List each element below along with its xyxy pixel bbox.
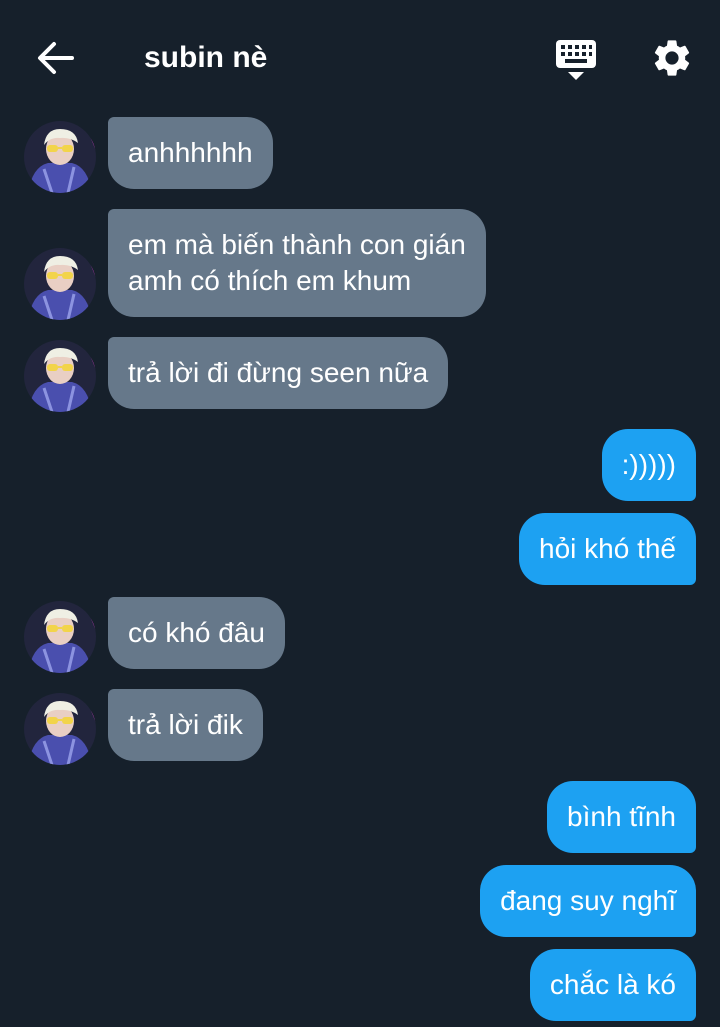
arrow-left-icon — [38, 42, 74, 74]
message-bubble-outgoing[interactable]: chắc là kó — [529, 949, 696, 1021]
back-button[interactable] — [36, 38, 76, 78]
avatar[interactable] — [24, 693, 96, 765]
message-bubble-incoming[interactable]: anhhhhhh — [108, 117, 273, 189]
avatar[interactable] — [24, 248, 96, 320]
message-bubble-outgoing[interactable]: hỏi khó thế — [519, 513, 696, 585]
message-bubble-outgoing[interactable]: đang suy nghĩ — [480, 865, 696, 937]
avatar[interactable] — [24, 121, 96, 193]
keyboard-button[interactable] — [554, 38, 598, 82]
settings-button[interactable] — [650, 36, 694, 80]
message-bubble-incoming[interactable]: em mà biến thành con gián amh có thích e… — [108, 209, 486, 317]
avatar[interactable] — [24, 601, 96, 673]
conversation-title: subin nè — [144, 41, 268, 74]
avatar[interactable] — [24, 340, 96, 412]
message-bubble-incoming[interactable]: có khó đâu — [108, 597, 285, 669]
message-bubble-outgoing[interactable]: bình tĩnh — [547, 781, 696, 853]
keyboard-icon — [556, 40, 596, 80]
message-bubble-incoming[interactable]: trả lời đi đừng seen nữa — [108, 337, 449, 409]
chat-header: subin nè — [0, 0, 720, 110]
message-bubble-incoming[interactable]: trả lời đik — [108, 689, 263, 761]
gear-icon — [654, 40, 690, 76]
message-bubble-outgoing[interactable]: :))))) — [601, 429, 696, 501]
